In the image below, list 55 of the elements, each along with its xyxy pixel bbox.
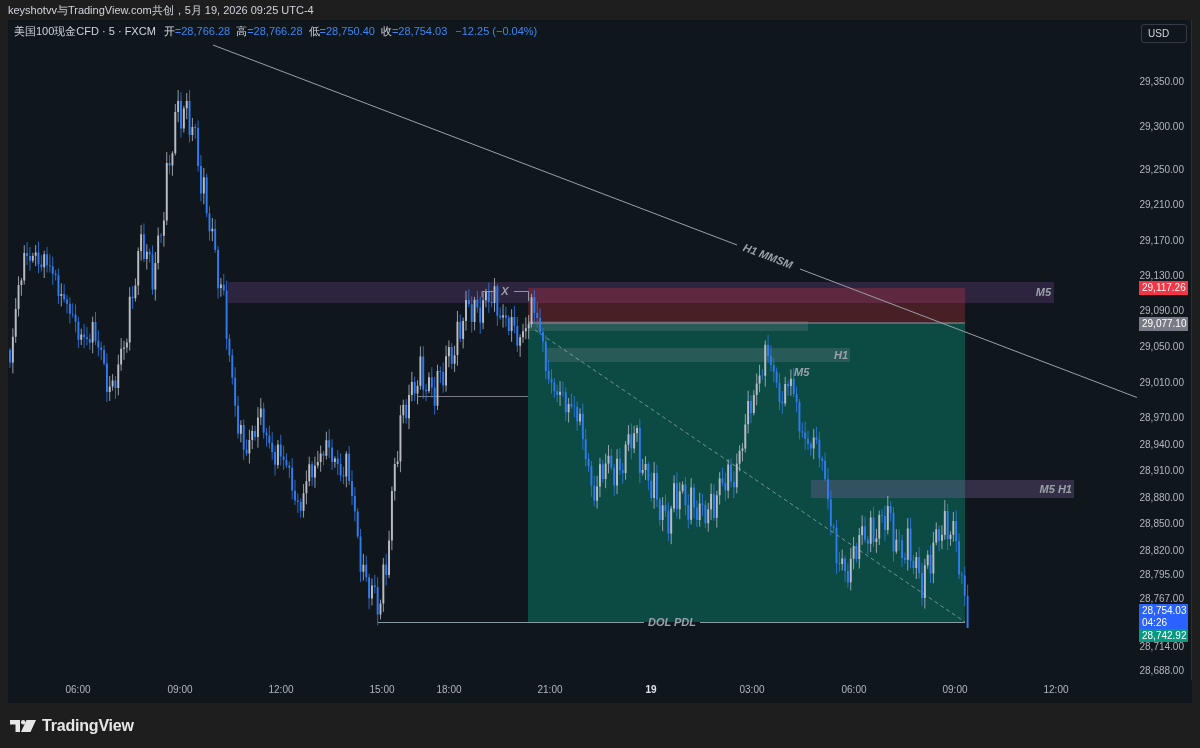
price-axis-label: 28,970.00	[1139, 412, 1184, 424]
line-label: DOL PDL	[647, 616, 697, 628]
badge-price: 28,754.03	[1141, 604, 1187, 617]
zone-label: M5	[794, 366, 810, 378]
badge-price: 29,117.26	[1141, 282, 1186, 294]
price-axis-label: 28,767.00	[1139, 593, 1184, 605]
zone-label: H1	[833, 349, 848, 361]
time-axis-label: 12:00	[1043, 684, 1069, 696]
badge-price: 29,077.10	[1141, 318, 1187, 330]
marker-label: X	[501, 285, 509, 297]
price-axis-label: 29,090.00	[1139, 305, 1184, 317]
time-axis-label: 09:00	[167, 684, 193, 696]
ohlc-label: 低	[308, 25, 320, 38]
price-axis-label: 29,210.00	[1139, 199, 1184, 211]
logo-icon	[10, 718, 36, 733]
time-axis-label: 21:00	[537, 684, 563, 696]
price-axis-label: 29,050.00	[1139, 341, 1184, 353]
price-axis-label: 28,910.00	[1139, 465, 1184, 477]
ohlc-value: =28,750.40	[319, 25, 375, 38]
price-axis-label: 29,170.00	[1139, 235, 1184, 247]
price-axis-label: 29,300.00	[1139, 121, 1184, 133]
time-axis-label: 19	[645, 684, 657, 696]
price-axis-label: 28,850.00	[1139, 518, 1184, 530]
ohlc-value: =28,754.03	[391, 25, 448, 38]
logo-wordmark: TradingView	[42, 716, 134, 735]
time-axis-label: 18:00	[436, 684, 462, 696]
time-axis-label: 15:00	[369, 684, 395, 696]
time-axis-label: 06:00	[65, 684, 91, 696]
badge-price: 28,742.92	[1141, 629, 1187, 642]
price-axis-label: 28,714.00	[1139, 641, 1184, 653]
zone-label: M5	[1035, 286, 1051, 298]
time-axis-label: 12:00	[268, 684, 294, 696]
symbol-title: 美国100现金CFD · 5 · FXCM	[14, 25, 156, 38]
price-axis-label: 29,010.00	[1139, 377, 1184, 389]
price-axis-label: 28,940.00	[1139, 439, 1184, 451]
ohlc-value: =28,766.28	[174, 25, 231, 38]
ohlc-value: =28,766.28	[247, 25, 303, 38]
time-axis-label: 09:00	[942, 684, 968, 696]
zone-label: M5 H1	[1039, 483, 1072, 495]
price-change: −12.25 (−0.04%)	[455, 25, 538, 38]
price-axis-label: 28,880.00	[1139, 492, 1184, 504]
price-axis-label: 28,688.00	[1139, 665, 1184, 677]
ohlc-label: 高	[236, 25, 248, 38]
ohlc-label: 收	[380, 25, 392, 38]
price-axis-label: 28,820.00	[1139, 545, 1184, 557]
currency-button[interactable]: USD	[1141, 24, 1187, 43]
price-axis-label: 29,250.00	[1139, 164, 1184, 176]
price-axis-label: 28,795.00	[1139, 569, 1184, 581]
chart-caption: keyshotvv与TradingView.com共创，5月 19, 2026 09:25 UTC-4	[8, 3, 314, 17]
time-axis-label: 06:00	[841, 684, 867, 696]
ohlc-label: 开	[163, 25, 175, 38]
price-axis-label: 29,130.00	[1139, 270, 1184, 282]
price-axis-label: 29,350.00	[1139, 76, 1184, 88]
time-axis-label: 03:00	[739, 684, 765, 696]
badge-countdown: 04:26	[1141, 616, 1168, 629]
